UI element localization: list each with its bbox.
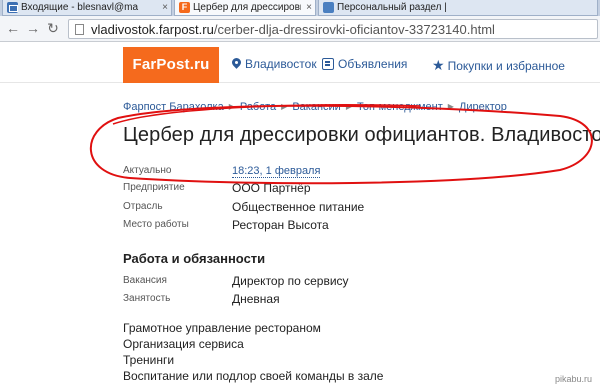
browser-tab-inbox[interactable]: Входящие - blesnavl@ma ×	[2, 0, 172, 16]
detail-value: Общественное питание	[232, 200, 365, 214]
nav-city[interactable]: Владивосток	[232, 57, 317, 73]
star-icon: ★	[432, 57, 445, 73]
duty-line: Грамотное управление рестораном	[123, 321, 321, 335]
page-icon	[323, 2, 334, 13]
url-host: vladivostok.farpost.ru	[91, 22, 214, 37]
breadcrumb-item[interactable]: Топ-менеджмент	[357, 101, 443, 113]
detail-label: Вакансия	[123, 275, 167, 286]
breadcrumb-separator-icon: ▶	[447, 102, 454, 111]
nav-purchases[interactable]: ★ Покупки и избранное	[432, 57, 565, 73]
detail-label: Предприятие	[123, 182, 185, 193]
breadcrumb-separator-icon: ▶	[345, 102, 352, 111]
updated-date-link[interactable]: 18:23, 1 февраля	[232, 165, 321, 178]
browser-tab-personal[interactable]: Персональный раздел |	[318, 0, 598, 16]
reload-icon[interactable]: ↻	[46, 21, 60, 36]
nav-listings-label: Объявления	[338, 57, 408, 71]
breadcrumb: Фарпост Барахолка ▶ Работа ▶ Вакансии ▶ Топ-ме…	[123, 101, 507, 113]
breadcrumb-item[interactable]: Фарпост Барахолка	[123, 101, 224, 113]
breadcrumb-item[interactable]: Директор	[459, 101, 507, 113]
detail-label: Занятость	[123, 293, 171, 304]
duty-line: Организация сервиса	[123, 337, 244, 351]
section-heading: Работа и обязанности	[123, 251, 266, 266]
nav-city-label: Владивосток	[245, 57, 317, 71]
detail-value: Дневная	[232, 292, 280, 306]
forward-icon[interactable]: →	[26, 21, 40, 36]
url-input[interactable]: vladivostok.farpost.ru/cerber-dlja-dress…	[68, 19, 598, 39]
back-icon[interactable]: ←	[6, 21, 20, 36]
detail-label: Место работы	[123, 219, 189, 230]
detail-value: Директор по сервису	[232, 274, 349, 288]
listings-icon	[322, 58, 334, 70]
site-header: FarPost.ru Владивосток Объявления ★ Покуп…	[0, 43, 600, 83]
duty-line: Воспитание или подлор своей команды в за…	[123, 369, 384, 383]
tab-title: Входящие - blesnavl@ma	[21, 2, 139, 13]
location-pin-icon	[232, 58, 241, 70]
tab-title: Персональный раздел |	[337, 2, 447, 13]
nav-purchases-label: Покупки и избранное	[447, 59, 565, 73]
breadcrumb-separator-icon: ▶	[281, 102, 288, 111]
browser-tab-strip: Входящие - blesnavl@ma × F Цербер для др…	[0, 0, 600, 16]
detail-label: Актуально	[123, 165, 172, 176]
detail-value: Ресторан Высота	[232, 218, 329, 232]
url-text: vladivostok.farpost.ru/cerber-dlja-dress…	[91, 22, 495, 37]
site-logo[interactable]: FarPost.ru	[123, 47, 219, 83]
breadcrumb-item[interactable]: Вакансии	[292, 101, 341, 113]
close-tab-icon[interactable]: ×	[306, 0, 312, 15]
duty-line: Тренинги	[123, 353, 175, 367]
mail-icon	[7, 2, 18, 13]
tab-title: Цербер для дрессировки	[193, 2, 301, 13]
detail-label: Отрасль	[123, 201, 163, 212]
page-title: Цербер для дрессировки официантов. Влади…	[123, 124, 600, 146]
watermark: pikabu.ru	[554, 374, 592, 384]
nav-listings[interactable]: Объявления	[322, 57, 407, 73]
close-tab-icon[interactable]: ×	[162, 0, 168, 15]
browser-tab-farpost[interactable]: F Цербер для дрессировки ×	[174, 0, 316, 16]
detail-value: ООО Партнёр	[232, 181, 311, 195]
breadcrumb-separator-icon: ▶	[228, 102, 235, 111]
url-path: /cerber-dlja-dressirovki-oficiantov-3372…	[213, 22, 495, 37]
breadcrumb-item[interactable]: Работа	[240, 101, 276, 113]
page-icon	[75, 24, 84, 35]
farpost-favicon-icon: F	[179, 2, 190, 13]
address-bar-row: ← → ↻ vladivostok.farpost.ru/cerber-dlja…	[0, 16, 600, 42]
